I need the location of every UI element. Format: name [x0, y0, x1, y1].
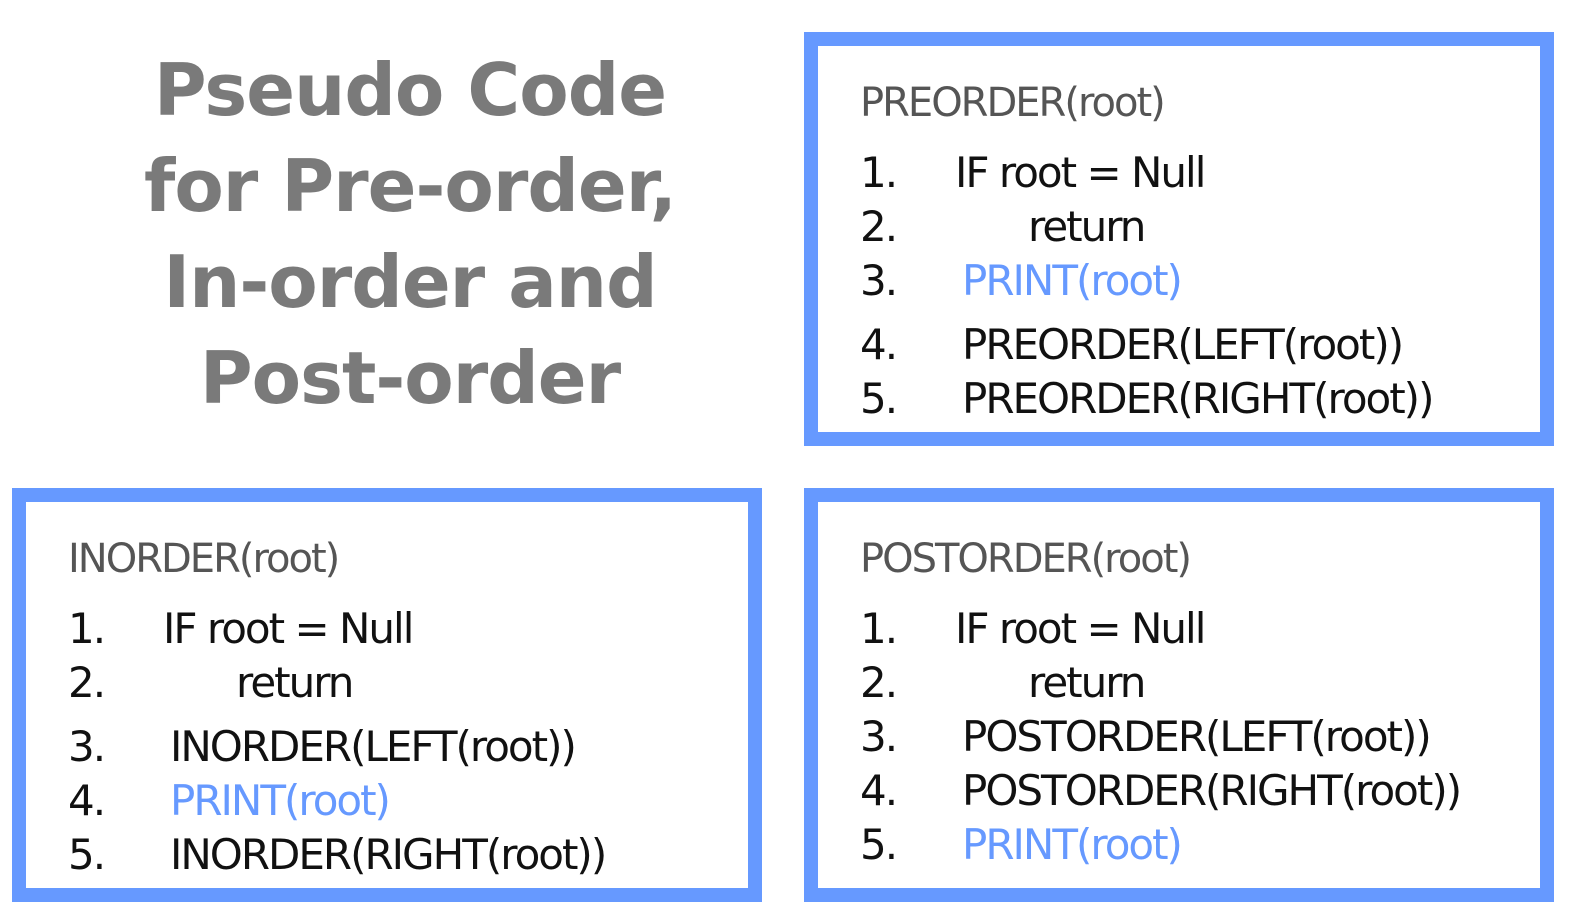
line-number: 4.: [68, 776, 106, 825]
page-title: Pseudo Code for Pre-order, In-order and …: [110, 42, 710, 426]
line-number: 2.: [860, 658, 898, 707]
code-text: IF root = Null: [955, 604, 1206, 653]
code-text-highlight: PRINT(root): [962, 820, 1183, 869]
page-title-line: for Pre-order,: [144, 144, 677, 228]
code-line: 1. IF root = Null: [860, 602, 1550, 656]
code-text: POSTORDER(LEFT(root)): [962, 712, 1432, 761]
code-text: INORDER(RIGHT(root)): [170, 830, 607, 879]
line-number: 4.: [860, 320, 898, 369]
code-line: 5. PREORDER(RIGHT(root)): [860, 372, 1550, 426]
code-text: POSTORDER(RIGHT(root)): [962, 766, 1462, 815]
preorder-header: PREORDER(root): [860, 80, 1166, 126]
line-number: 5.: [860, 820, 898, 869]
page-title-line: In-order and: [163, 240, 657, 324]
line-number: 2.: [860, 202, 898, 251]
line-number: 3.: [860, 712, 898, 761]
code-text: INORDER(LEFT(root)): [170, 722, 577, 771]
preorder-code-box: PREORDER(root) 1. IF root = Null 2. retu…: [804, 32, 1554, 446]
page-title-line: Pseudo Code: [153, 48, 667, 132]
line-number: 4.: [860, 766, 898, 815]
page-title-line: Post-order: [199, 336, 621, 420]
code-line: 4. PRINT(root): [68, 774, 758, 828]
line-number: 3.: [860, 256, 898, 305]
line-number: 1.: [860, 148, 898, 197]
code-text: IF root = Null: [955, 148, 1206, 197]
code-line: 5. INORDER(RIGHT(root)): [68, 828, 758, 882]
code-text: IF root = Null: [163, 604, 414, 653]
code-text: return: [1028, 202, 1146, 251]
code-line: 2. return: [860, 656, 1550, 710]
inorder-code-box: INORDER(root) 1. IF root = Null 2. retur…: [12, 488, 762, 902]
code-line: 3. PRINT(root): [860, 254, 1550, 308]
postorder-header: POSTORDER(root): [860, 536, 1192, 582]
code-line: 1. IF root = Null: [860, 146, 1550, 200]
line-number: 1.: [68, 604, 106, 653]
line-number: 5.: [860, 374, 898, 423]
code-text: return: [236, 658, 354, 707]
code-text: PREORDER(LEFT(root)): [962, 320, 1404, 369]
code-line: 4. PREORDER(LEFT(root)): [860, 318, 1550, 372]
postorder-code-box: POSTORDER(root) 1. IF root = Null 2. ret…: [804, 488, 1554, 902]
inorder-header: INORDER(root): [68, 536, 340, 582]
code-line: 1. IF root = Null: [68, 602, 758, 656]
code-line: 5. PRINT(root): [860, 818, 1550, 872]
code-text-highlight: PRINT(root): [170, 776, 391, 825]
code-line: 2. return: [860, 200, 1550, 254]
code-text: PREORDER(RIGHT(root)): [962, 374, 1434, 423]
line-number: 2.: [68, 658, 106, 707]
line-number: 1.: [860, 604, 898, 653]
code-line: 3. INORDER(LEFT(root)): [68, 720, 758, 774]
line-number: 5.: [68, 830, 106, 879]
code-line: 2. return: [68, 656, 758, 710]
code-text-highlight: PRINT(root): [962, 256, 1183, 305]
line-number: 3.: [68, 722, 106, 771]
code-text: return: [1028, 658, 1146, 707]
code-line: 4. POSTORDER(RIGHT(root)): [860, 764, 1550, 818]
code-line: 3. POSTORDER(LEFT(root)): [860, 710, 1550, 764]
